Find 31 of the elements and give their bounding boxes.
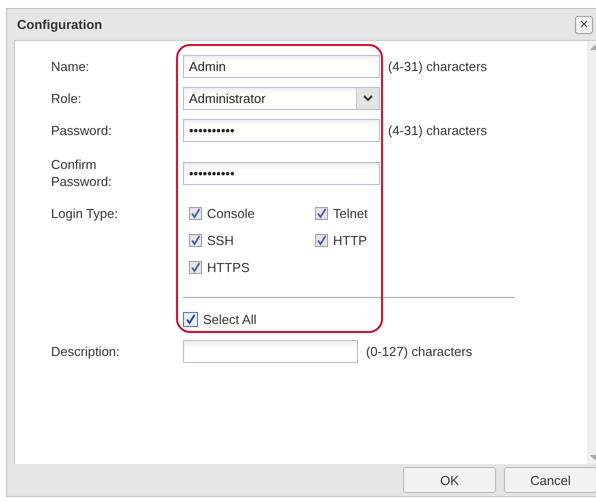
dialog-button[interactable]: Cancel xyxy=(504,467,596,493)
length-hint: (4-31) characters xyxy=(388,59,487,74)
checkbox-label: HTTPS xyxy=(207,260,250,275)
field-label: Description: xyxy=(51,343,121,360)
length-hint: (0-127) characters xyxy=(366,344,472,359)
input-field[interactable]: Admin xyxy=(183,55,380,78)
checkbox[interactable] xyxy=(189,234,202,247)
input-field[interactable]: •••••••••• xyxy=(183,119,380,142)
checkbox-label: Console xyxy=(207,206,255,221)
field-label: Confirm Password: xyxy=(51,156,113,190)
checkbox[interactable] xyxy=(189,207,202,220)
checkbox[interactable] xyxy=(315,207,328,220)
field-label: Login Type: xyxy=(51,205,119,222)
checkbox[interactable] xyxy=(189,261,202,274)
field-label: Role: xyxy=(51,90,82,107)
checkbox-label: Select All xyxy=(203,312,256,327)
close-button[interactable]: × xyxy=(575,16,593,34)
dialog-title: Configuration xyxy=(17,17,102,32)
field-label: Name: xyxy=(51,58,90,75)
checkbox[interactable] xyxy=(183,312,198,327)
dialog-button[interactable]: OK xyxy=(403,467,496,493)
input-field[interactable] xyxy=(183,340,358,363)
length-hint: (4-31) characters xyxy=(388,123,487,138)
chevron-down-icon[interactable] xyxy=(356,88,379,109)
field-label: Password: xyxy=(51,122,113,139)
checkbox[interactable] xyxy=(315,234,328,247)
checkbox-label: HTTP xyxy=(333,233,367,248)
checkbox-label: SSH xyxy=(207,233,234,248)
role-dropdown[interactable]: Administrator xyxy=(183,87,380,110)
checkbox-label: Telnet xyxy=(333,206,368,221)
input-field[interactable]: •••••••••• xyxy=(183,162,380,184)
